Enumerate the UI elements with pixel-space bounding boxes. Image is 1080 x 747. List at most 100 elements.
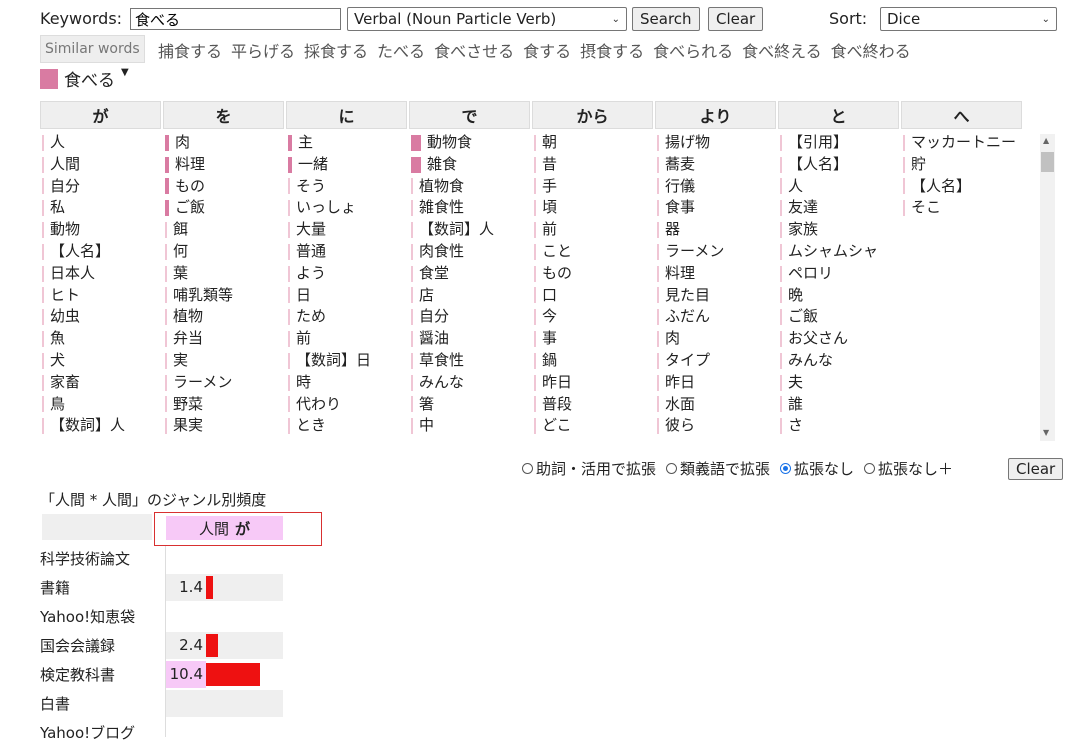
collocate-item[interactable]: 年齢	[655, 437, 778, 439]
collocate-item[interactable]: 日	[286, 285, 409, 307]
collocate-item[interactable]: こと	[532, 241, 655, 263]
collocate-item[interactable]: 家	[409, 437, 532, 439]
collocate-item[interactable]: 前	[532, 219, 655, 241]
radio-button[interactable]	[780, 463, 792, 474]
particle-header[interactable]: に	[286, 101, 407, 129]
particle-header[interactable]: と	[778, 101, 899, 129]
radio-button[interactable]	[864, 463, 876, 474]
collocate-item[interactable]: 実	[163, 350, 286, 372]
scrollbar-thumb[interactable]	[1041, 152, 1054, 172]
sort-select[interactable]: Dice ⌄	[880, 7, 1057, 31]
collocate-item[interactable]: 自分	[40, 176, 163, 198]
expansion-option[interactable]: 拡張なし＋	[864, 458, 953, 479]
collocate-item[interactable]: 野菜	[163, 394, 286, 416]
collocate-item[interactable]: 動物食	[409, 132, 532, 154]
collocate-item[interactable]: とき	[286, 415, 409, 437]
collocate-item[interactable]: 朝食	[286, 437, 409, 439]
collocate-item[interactable]: 時	[286, 372, 409, 394]
collocate-item[interactable]: 果実	[163, 415, 286, 437]
collocate-item[interactable]: 雑食性	[409, 197, 532, 219]
collocate-item[interactable]: 家族	[778, 219, 901, 241]
collocate-item[interactable]: 幼虫	[40, 306, 163, 328]
particle-header[interactable]: へ	[901, 101, 1022, 129]
collocate-item[interactable]: 犬	[40, 350, 163, 372]
particle-header[interactable]: が	[40, 101, 161, 129]
collocate-item[interactable]: 見た目	[655, 285, 778, 307]
collocate-item[interactable]: 昨日	[532, 372, 655, 394]
collocate-item[interactable]: 口	[532, 285, 655, 307]
collocate-item[interactable]: 今	[532, 306, 655, 328]
collocate-item[interactable]: 弁当	[163, 328, 286, 350]
collocate-item[interactable]: 人	[40, 132, 163, 154]
expansion-option[interactable]: 助詞・活用で拡張	[522, 458, 656, 479]
radio-button[interactable]	[666, 463, 678, 474]
collocate-item[interactable]: みんな	[409, 372, 532, 394]
collocate-item[interactable]: 普通	[286, 241, 409, 263]
similar-word-link[interactable]: 食べさせる	[434, 38, 514, 62]
collocate-item[interactable]: 箸	[409, 394, 532, 416]
collocate-item[interactable]: ご飯	[778, 306, 901, 328]
collocate-item[interactable]: 貯	[901, 154, 1024, 176]
collocate-item[interactable]: 彼ら	[655, 415, 778, 437]
collocate-item[interactable]: 前	[286, 328, 409, 350]
collocate-item[interactable]: 【人名】	[40, 241, 163, 263]
collocate-item[interactable]: そう	[286, 176, 409, 198]
similar-word-link[interactable]: 摂食する	[580, 38, 644, 62]
similar-word-link[interactable]: 食べられる	[653, 38, 733, 62]
collocate-item[interactable]: みんな	[778, 350, 901, 372]
collocate-item[interactable]: 揚げ物	[655, 132, 778, 154]
collocate-item[interactable]: 私	[40, 197, 163, 219]
collocate-item[interactable]: 【数詞】人	[409, 219, 532, 241]
collocate-item[interactable]: 後	[532, 437, 655, 439]
collocate-item[interactable]: 肉	[655, 328, 778, 350]
collocate-item[interactable]: 家族	[40, 437, 163, 439]
collocate-item[interactable]: ムシャムシャ	[778, 241, 901, 263]
pattern-select[interactable]: Verbal (Noun Particle Verb) ⌄	[347, 7, 627, 31]
collocate-item[interactable]: どこ	[532, 415, 655, 437]
collocate-item[interactable]: ペロリ	[778, 263, 901, 285]
collocate-item[interactable]: 節足動物等	[163, 437, 286, 439]
collocate-item[interactable]: 水面	[655, 394, 778, 416]
collocate-item[interactable]: 肉食性	[409, 241, 532, 263]
particle-header[interactable]: を	[163, 101, 284, 129]
collocate-item[interactable]: 植物	[163, 306, 286, 328]
search-button[interactable]: Search	[632, 7, 700, 31]
grid-scrollbar[interactable]	[1040, 134, 1055, 441]
collocate-item[interactable]: 鳥	[40, 394, 163, 416]
similar-word-link[interactable]: 食する	[523, 38, 571, 62]
collocate-item[interactable]: 日本人	[40, 263, 163, 285]
keyword-input[interactable]	[130, 8, 341, 30]
collocate-item[interactable]: 哺乳類等	[163, 285, 286, 307]
collocate-item[interactable]: 肉	[163, 132, 286, 154]
collocate-item[interactable]: 【人名】	[778, 154, 901, 176]
collocate-item[interactable]: 大量	[286, 219, 409, 241]
similar-word-link[interactable]: 採食する	[304, 38, 368, 62]
collocate-item[interactable]: 食事	[655, 197, 778, 219]
collocate-item[interactable]: よう	[286, 263, 409, 285]
collocate-item[interactable]: お父さん	[778, 328, 901, 350]
collocate-item[interactable]: 人	[778, 176, 901, 198]
collocate-item[interactable]: 朝	[532, 132, 655, 154]
collocate-item[interactable]: さ	[778, 415, 901, 437]
collocate-item[interactable]: 行儀	[655, 176, 778, 198]
collocate-item[interactable]: 【数詞】人	[40, 415, 163, 437]
expansion-option[interactable]: 拡張なし	[780, 458, 854, 479]
collocate-item[interactable]: 手	[532, 176, 655, 198]
similar-word-link[interactable]: たべる	[377, 38, 425, 62]
collocate-item[interactable]: 誰	[778, 394, 901, 416]
expansion-option[interactable]: 類義語で拡張	[666, 458, 770, 479]
active-word[interactable]: 食べる ▼	[40, 66, 129, 91]
scroll-down-icon[interactable]: ▼	[1043, 428, 1049, 437]
collocate-item[interactable]: 料理	[163, 154, 286, 176]
collocate-item[interactable]: 醤油	[409, 328, 532, 350]
collocate-item[interactable]: 頃	[532, 197, 655, 219]
collocate-item[interactable]: 雑食	[409, 154, 532, 176]
similar-words-button[interactable]: Similar words	[40, 35, 145, 63]
collocate-item[interactable]: 昨日	[655, 372, 778, 394]
collocate-item[interactable]: ため	[286, 306, 409, 328]
collocate-item[interactable]: もの	[163, 176, 286, 198]
similar-word-link[interactable]: 食べ終える	[742, 38, 822, 62]
collocate-item[interactable]: 普段	[532, 394, 655, 416]
collocate-item[interactable]: 昔	[532, 154, 655, 176]
particle-header[interactable]: から	[532, 101, 653, 129]
